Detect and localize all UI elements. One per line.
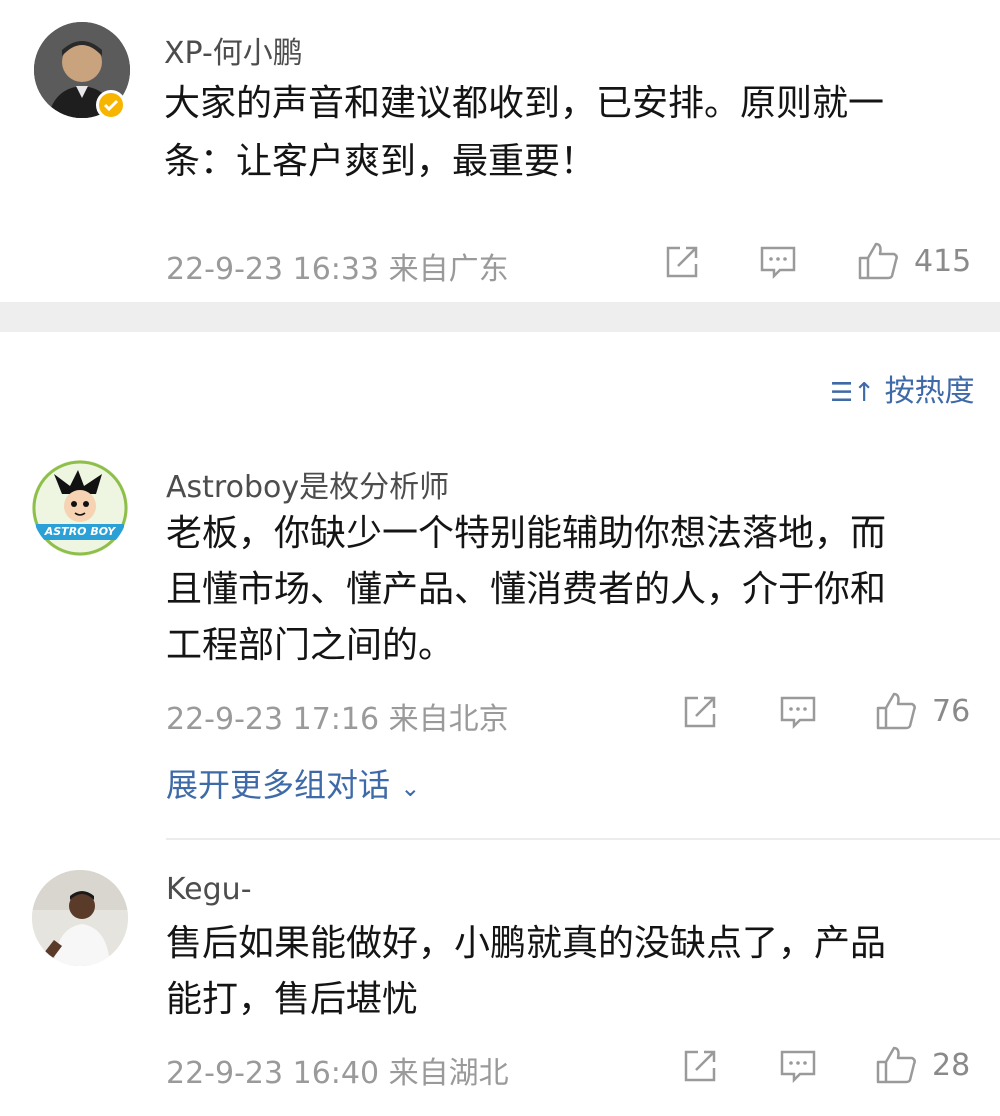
share-icon[interactable] xyxy=(662,242,702,282)
astroboy-avatar-text: ASTRO BOY xyxy=(44,525,116,538)
kegu-avatar-image xyxy=(32,870,128,966)
like-icon[interactable] xyxy=(856,240,900,282)
post-like-count: 415 xyxy=(914,244,972,279)
astroboy-avatar-image xyxy=(32,460,128,556)
post-text-line-2: 条：让客户爽到，最重要！ xyxy=(164,141,597,182)
comment-text-line-2: 且懂市场、懂产品、懂消费者的人，介于你和 xyxy=(166,569,887,610)
chevron-down-icon: ⌄ xyxy=(400,774,421,802)
post-text-line-1: 大家的声音和建议都收到，已安排。原则就一 xyxy=(164,83,885,124)
post-author-name[interactable]: XP-何小鹏 xyxy=(164,28,303,72)
comment-meta: 22-9-23 17:16 来自北京 xyxy=(166,702,509,737)
like-icon[interactable] xyxy=(874,1044,918,1086)
like-icon[interactable] xyxy=(874,690,918,732)
sort-icon: ☰↑ xyxy=(830,378,876,408)
expand-conversation-link[interactable]: 展开更多组对话 ⌄ xyxy=(166,760,420,806)
comment-like-count: 76 xyxy=(932,694,971,729)
comment-icon[interactable] xyxy=(758,242,798,282)
comment-text-line-1: 售后如果能做好，小鹏就真的没缺点了，产品 xyxy=(166,923,887,964)
verified-badge-icon xyxy=(96,90,126,120)
sort-control[interactable]: ☰↑ 按热度 xyxy=(830,366,975,410)
share-icon[interactable] xyxy=(680,692,720,732)
comment-text-line-3: 工程部门之间的。 xyxy=(166,625,455,666)
expand-label: 展开更多组对话 xyxy=(166,766,391,804)
comment-author-name[interactable]: Astroboy是枚分析师 xyxy=(166,462,449,506)
commenter-avatar[interactable] xyxy=(32,870,128,966)
comment-text-line-1: 老板，你缺少一个特别能辅助你想法落地，而 xyxy=(166,513,887,554)
sort-label: 按热度 xyxy=(884,374,975,409)
comment-meta: 22-9-23 16:40 来自湖北 xyxy=(166,1056,509,1091)
section-divider xyxy=(0,302,1000,332)
commenter-avatar[interactable]: ASTRO BOY xyxy=(32,460,128,556)
comment-separator xyxy=(166,838,1000,840)
comment-author-name[interactable]: Kegu- xyxy=(166,872,252,907)
post-meta: 22-9-23 16:33 来自广东 xyxy=(166,252,509,287)
comment-icon[interactable] xyxy=(778,692,818,732)
comment-icon[interactable] xyxy=(778,1046,818,1086)
share-icon[interactable] xyxy=(680,1046,720,1086)
comment-text-line-2: 能打，售后堪忧 xyxy=(166,979,419,1020)
comment-like-count: 28 xyxy=(932,1048,971,1083)
